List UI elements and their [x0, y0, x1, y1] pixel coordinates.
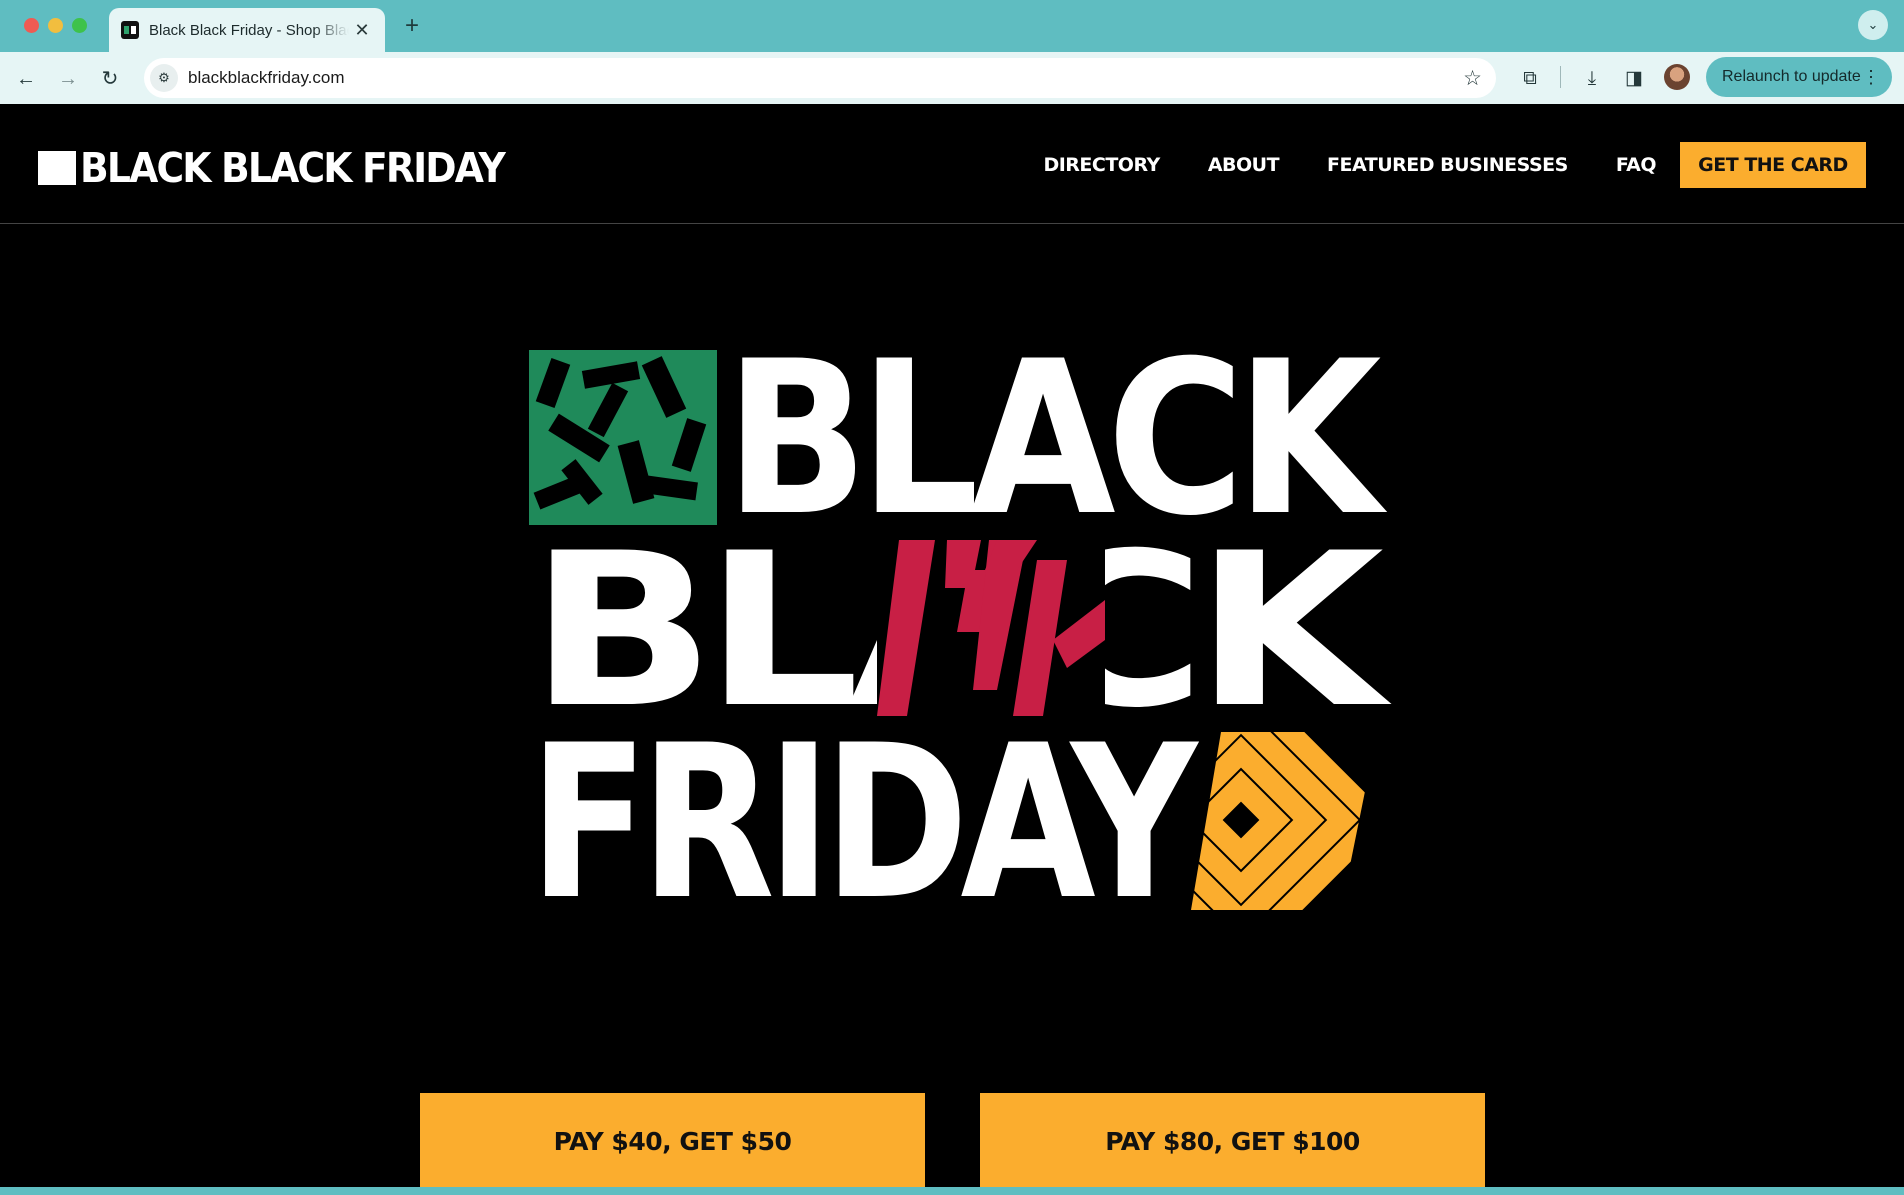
relaunch-label: Relaunch to update — [1722, 68, 1861, 85]
main-nav: DIRECTORY ABOUT FEATURED BUSINESSES FAQ … — [995, 142, 1866, 188]
site-info-icon[interactable]: ⚙ — [150, 64, 178, 92]
address-bar[interactable]: ⚙ blackblackfriday.com ☆ — [144, 58, 1496, 98]
wordmark-line-3: FRIDAY — [529, 699, 1197, 946]
hero-section: BLACK BLACK FRIDAY — [0, 225, 1904, 1189]
nav-featured-businesses[interactable]: FEATURED BUSINESSES — [1327, 154, 1568, 176]
favicon-icon — [121, 21, 139, 39]
tab-title: Black Black Friday - Shop Black — [149, 21, 349, 39]
browser-tab[interactable]: Black Black Friday - Shop Black ✕ — [109, 8, 385, 52]
close-window-button[interactable] — [24, 18, 39, 33]
maximize-window-button[interactable] — [72, 18, 87, 33]
site-logo[interactable]: BLACK BLACK FRIDAY — [38, 144, 541, 192]
site-header: BLACK BLACK FRIDAY DIRECTORY ABOUT FEATU… — [0, 104, 1904, 224]
wordmark-line-1: BLACK — [725, 315, 1382, 562]
pay-40-get-50-button[interactable]: PAY $40, GET $50 — [420, 1093, 925, 1189]
url-text[interactable]: blackblackfriday.com — [188, 68, 345, 88]
pay-80-get-100-button[interactable]: PAY $80, GET $100 — [980, 1093, 1485, 1189]
nav-faq[interactable]: FAQ — [1616, 154, 1657, 176]
green-pattern-block — [529, 350, 717, 525]
browser-window: Black Black Friday - Shop Black ✕ + ⌄ ← … — [0, 0, 1904, 1195]
back-arrow-icon[interactable]: ← — [12, 65, 40, 93]
tab-strip: Black Black Friday - Shop Black ✕ + ⌄ — [0, 0, 1904, 52]
get-the-card-button[interactable]: GET THE CARD — [1680, 142, 1866, 188]
browser-toolbar: ← → ↻ ⚙ blackblackfriday.com ☆ — [0, 52, 1904, 104]
sidepanel-icon[interactable]: ◨ — [1620, 65, 1648, 93]
reload-icon[interactable]: ↻ — [96, 65, 124, 93]
red-pattern-block — [877, 540, 1105, 716]
window-bottom-edge — [0, 1187, 1904, 1195]
extensions-icon[interactable]: ⧉ — [1516, 65, 1544, 93]
logo-square-icon — [38, 151, 76, 185]
more-vertical-icon[interactable]: ⋮ — [1862, 67, 1880, 88]
chevron-down-icon[interactable]: ⌄ — [1858, 10, 1888, 40]
logo-text: BLACK BLACK FRIDAY — [80, 144, 506, 192]
relaunch-button[interactable]: Relaunch to update ⋮ — [1706, 57, 1892, 97]
nav-about[interactable]: ABOUT — [1208, 154, 1280, 176]
download-icon[interactable]: ⤓ — [1578, 65, 1606, 93]
close-icon[interactable]: ✕ — [351, 20, 373, 41]
forward-arrow-icon[interactable]: → — [54, 65, 82, 93]
hero-wordmark: BLACK BLACK FRIDAY — [525, 315, 1384, 946]
orange-pattern-block — [1191, 732, 1377, 910]
minimize-window-button[interactable] — [48, 18, 63, 33]
star-icon[interactable]: ☆ — [1463, 66, 1482, 91]
nav-directory[interactable]: DIRECTORY — [1043, 154, 1160, 176]
avatar[interactable] — [1664, 64, 1690, 90]
toolbar-divider — [1560, 66, 1561, 88]
plus-icon[interactable]: + — [397, 12, 427, 40]
